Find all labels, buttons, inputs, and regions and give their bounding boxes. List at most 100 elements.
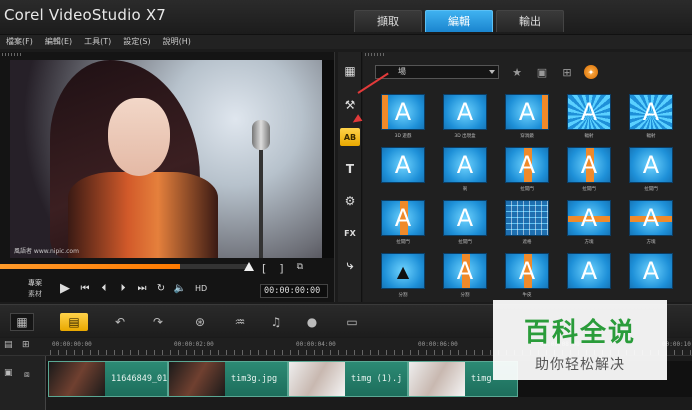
thumbnail-glyph: A (580, 151, 598, 179)
thumbnail-glyph: A (580, 257, 598, 285)
add-to-favorites-icon[interactable]: ▣ (534, 64, 550, 80)
menu-settings[interactable]: 設定(S) (117, 35, 156, 49)
home-icon[interactable]: ⏮ (79, 282, 91, 294)
title-thumbnail[interactable]: A (629, 147, 673, 183)
category-media-icon[interactable]: ▦ (340, 62, 360, 80)
apply-title-icon[interactable]: ⊞ (559, 64, 575, 80)
mark-in-button[interactable]: [ (262, 262, 266, 275)
gallery-dropdown[interactable]: 場 (375, 65, 499, 79)
scrubber-bar[interactable] (0, 264, 250, 269)
title-thumbnail[interactable]: A (443, 147, 487, 183)
timeline-clip[interactable]: 11646849_01 (48, 361, 168, 397)
mode-project[interactable]: 專案 (28, 278, 42, 289)
video-track-icon[interactable]: ▣ (4, 368, 13, 378)
timeline-clip[interactable]: tim3g.jpg (168, 361, 288, 397)
title-thumbnail[interactable]: A (381, 147, 425, 183)
title-thumbnail[interactable]: A (505, 94, 549, 130)
category-text-icon[interactable]: T (340, 160, 360, 178)
options-icon[interactable]: ✦ (584, 65, 598, 79)
title-thumbnail-label: 分割 (398, 293, 408, 298)
title-thumbnail[interactable]: A (567, 94, 611, 130)
mark-out-button[interactable]: ] (279, 262, 283, 275)
category-instant-project-icon[interactable]: ⚒ (340, 96, 360, 114)
transport-controls: ▶ ⏮ ⏴ ⏵ ⏭ ↻ 🔈 HD (58, 281, 207, 296)
title-thumbnail[interactable]: A (505, 253, 549, 289)
auto-music-icon[interactable]: ♫ (264, 313, 288, 331)
ripple-icon[interactable]: ⧈ (24, 370, 30, 380)
title-thumbnail[interactable] (505, 200, 549, 236)
scrubber-progress (0, 264, 180, 269)
clip-thumbnail (49, 362, 105, 396)
category-path-icon[interactable]: ⤷ (340, 256, 360, 274)
play-icon[interactable]: ▶ (58, 281, 72, 296)
thumbnail-glyph: A (642, 98, 660, 126)
clip-name: timg (1).j (351, 374, 403, 384)
title-thumbnail-label: 方塊 (584, 240, 594, 245)
panel-grip[interactable] (2, 53, 22, 56)
timecode-display[interactable]: 00:00:00:00 (260, 284, 328, 298)
trim-marks: [ ] ⧉ (262, 262, 303, 275)
end-icon[interactable]: ⏭ (136, 282, 148, 294)
track-manager-icon[interactable]: ▤ (4, 340, 13, 350)
menu-help[interactable]: 說明(H) (157, 35, 197, 49)
mode-clip[interactable]: 素材 (28, 289, 42, 300)
title-thumbnail[interactable]: A (381, 94, 425, 130)
title-thumbnail[interactable]: A (629, 200, 673, 236)
hd-preview-button[interactable]: HD (195, 284, 207, 293)
menu-bar: 檔案(F) 編輯(E) 工具(T) 設定(S) 說明(H) (0, 34, 692, 49)
title-thumbnail[interactable]: A (629, 94, 673, 130)
next-frame-icon[interactable]: ⏵ (117, 282, 129, 294)
tab-capture[interactable]: 擷取 (354, 10, 422, 32)
undo-icon[interactable]: ↶ (108, 313, 132, 331)
mixer-icon[interactable]: ⊛ (188, 313, 212, 331)
thumbnail-glyph: A (518, 98, 536, 126)
clip-thumbnail (169, 362, 225, 396)
title-thumbnail[interactable]: A (629, 253, 673, 289)
title-thumbnail-label: 拉開門 (644, 187, 658, 192)
title-thumbnail[interactable]: A (567, 253, 611, 289)
category-fx-icon[interactable]: FX (340, 224, 360, 242)
record-icon[interactable]: ● (300, 313, 324, 331)
audio-waveform-icon[interactable]: ♒ (228, 313, 252, 331)
menu-tools[interactable]: 工具(T) (78, 35, 117, 49)
image-watermark: 風語者 www.nipic.com (14, 248, 79, 255)
title-thumbnail-label: 方塊 (646, 240, 656, 245)
scrubber-handle[interactable] (244, 262, 254, 271)
title-thumbnail-label: 穿渦鏡 (520, 134, 534, 139)
title-thumbnail[interactable]: A (443, 253, 487, 289)
title-thumbnail[interactable]: A (505, 147, 549, 183)
chapter-icon[interactable]: ⊞ (22, 340, 30, 350)
title-thumbnail[interactable]: A (567, 200, 611, 236)
redo-icon[interactable]: ↷ (146, 313, 170, 331)
play-mode: 專案 素材 (28, 278, 42, 300)
prev-frame-icon[interactable]: ⏴ (98, 282, 110, 294)
title-thumbnail-label: 拉開門 (396, 240, 410, 245)
category-title-icon[interactable]: AB (340, 128, 360, 146)
tab-edit[interactable]: 編輯 (425, 10, 493, 32)
split-icon[interactable]: ⧉ (297, 262, 303, 275)
repeat-icon[interactable]: ↻ (155, 282, 167, 294)
screen-capture-icon[interactable]: ▭ (340, 313, 364, 331)
timeline-view-icon[interactable]: ▦ (10, 313, 34, 331)
menu-edit[interactable]: 編輯(E) (39, 35, 78, 49)
library-category-bar: ▦ ⚒ AB T ⚙ FX ⤷ (338, 52, 362, 302)
title-thumbnail-label: 拉開門 (520, 187, 534, 192)
favorites-icon[interactable]: ★ (509, 64, 525, 80)
timeline-clip[interactable]: timg (1).j (288, 361, 408, 397)
preview-edge (322, 60, 334, 258)
title-thumbnail[interactable]: A (381, 200, 425, 236)
category-graphics-icon[interactable]: ⚙ (340, 192, 360, 210)
title-thumbnail[interactable]: ▲ (381, 253, 425, 289)
storyboard-view-icon[interactable]: ▤ (60, 313, 88, 331)
title-thumbnail[interactable]: A (567, 147, 611, 183)
volume-icon[interactable]: 🔈 (174, 282, 186, 294)
preview-panel: 風語者 www.nipic.com [ ] ⧉ 專案 素材 ▶ ⏮ ⏴ ⏵ ⏭ … (0, 52, 335, 302)
panel-grip[interactable] (365, 53, 385, 56)
clip-name: timg (471, 374, 492, 384)
title-thumbnail[interactable]: A (443, 94, 487, 130)
title-thumbnail[interactable]: A (443, 200, 487, 236)
ruler-timecode: 00:00:04:00 (296, 341, 336, 348)
thumbnail-glyph: A (580, 98, 598, 126)
tab-share[interactable]: 輸出 (496, 10, 564, 32)
menu-file[interactable]: 檔案(F) (0, 35, 39, 49)
